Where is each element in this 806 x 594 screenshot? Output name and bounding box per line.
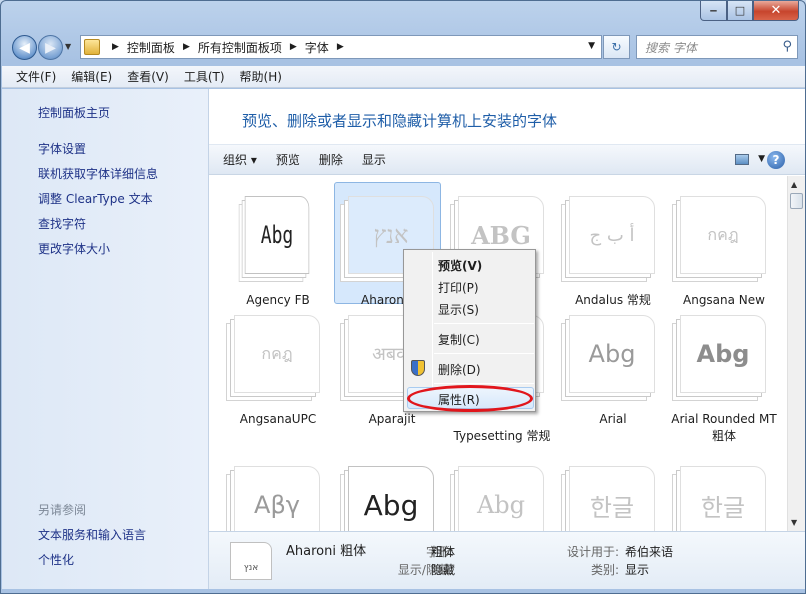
menu-separator xyxy=(434,353,534,354)
font-preview-icon: Abg xyxy=(680,315,766,393)
breadcrumb-separator-icon[interactable]: ▶ xyxy=(290,42,297,52)
font-preview-icon: 한글 xyxy=(680,466,766,531)
search-input[interactable]: 搜索 字体 ⚲ xyxy=(636,35,798,59)
font-thumbnail-icon: אנץ xyxy=(230,542,272,580)
menu-item-show[interactable]: 显示(S) xyxy=(438,301,479,318)
address-row: ◀ ▶ ▼ ▶ 控制面板 ▶ 所有控制面板项 ▶ 字体 ▶ ▼ ↻ 搜索 字体 … xyxy=(1,32,805,62)
menu-separator xyxy=(434,383,534,384)
font-tile[interactable]: Αβγ xyxy=(226,458,331,531)
page-title: 预览、删除或者显示和隐藏计算机上安装的字体 xyxy=(242,112,558,130)
details-pane: אנץ Aharoni 粗体 字形: 粗体 显示/隐藏: 隐藏 设计用于: 希伯… xyxy=(209,531,805,589)
font-preview-icon: 한글 xyxy=(569,466,655,531)
view-dropdown-icon[interactable]: ▼ xyxy=(758,154,765,164)
caption-buttons: ‒ □ ✕ xyxy=(700,1,799,21)
sidebar: 控制面板主页 字体设置 联机获取字体详细信息 调整 ClearType 文本 查… xyxy=(2,89,209,589)
menu-help[interactable]: 帮助(H) xyxy=(240,68,282,85)
see-also-heading: 另请参阅 xyxy=(38,503,87,517)
font-name: Aparajit xyxy=(368,412,416,426)
category-value: 显示 xyxy=(625,563,650,577)
breadcrumb-separator-icon[interactable]: ▶ xyxy=(183,42,190,52)
menu-gutter xyxy=(432,252,433,409)
menu-item-delete[interactable]: 删除(D) xyxy=(438,361,481,378)
font-tile[interactable]: Abg Arial xyxy=(561,307,666,427)
font-preview-icon: Abg xyxy=(348,466,434,531)
breadcrumb-separator-icon[interactable]: ▶ xyxy=(337,42,344,52)
change-view-icon[interactable] xyxy=(735,154,749,165)
font-tile[interactable]: 한글 xyxy=(672,458,777,531)
font-preview-icon: กคฎ xyxy=(680,196,766,274)
maximize-button[interactable]: □ xyxy=(727,1,753,21)
close-button[interactable]: ✕ xyxy=(753,1,799,21)
designed-for-value: 希伯来语 xyxy=(625,545,674,559)
font-tile[interactable]: Abg xyxy=(450,458,555,531)
menu-item-print[interactable]: 打印(P) xyxy=(438,279,479,296)
showhide-value: 隐藏 xyxy=(431,563,456,577)
style-value: 粗体 xyxy=(431,545,456,559)
preview-button[interactable]: 预览 xyxy=(276,151,300,168)
sidebar-link-text-services[interactable]: 文本服务和输入语言 xyxy=(38,526,146,543)
search-icon[interactable]: ⚲ xyxy=(782,39,792,54)
sidebar-link-find-character[interactable]: 查找字符 xyxy=(38,215,86,232)
designed-for-label: 设计用于: xyxy=(566,545,619,559)
font-tile[interactable]: กคฎ Angsana New xyxy=(672,188,777,308)
details-font-name: Aharoni 粗体 xyxy=(286,544,367,559)
menu-view[interactable]: 查看(V) xyxy=(127,68,169,85)
uac-shield-icon xyxy=(411,360,425,376)
sidebar-link-personalize[interactable]: 个性化 xyxy=(38,551,74,568)
explorer-window: ‒ □ ✕ ◀ ▶ ▼ ▶ 控制面板 ▶ 所有控制面板项 ▶ 字体 ▶ ▼ ↻ … xyxy=(0,0,806,594)
sidebar-link-get-font-info[interactable]: 联机获取字体详细信息 xyxy=(38,165,158,182)
font-name: Typesetting 常规 xyxy=(453,429,551,443)
font-name: Arial xyxy=(599,412,627,426)
menu-item-copy[interactable]: 复制(C) xyxy=(438,331,480,348)
scroll-thumb[interactable] xyxy=(790,193,803,209)
breadcrumb-all-items[interactable]: 所有控制面板项 xyxy=(198,39,282,56)
menu-edit[interactable]: 编辑(E) xyxy=(71,68,112,85)
show-button[interactable]: 显示 xyxy=(362,151,386,168)
font-tile[interactable]: Abg Agency FB xyxy=(226,188,331,308)
font-name: Arial Rounded MT 粗体 xyxy=(671,412,777,443)
menu-tools[interactable]: 工具(T) xyxy=(184,68,225,85)
font-preview-icon: Αβγ xyxy=(234,466,320,531)
font-preview-icon: กคฎ xyxy=(234,315,320,393)
breadcrumb-separator-icon[interactable]: ▶ xyxy=(112,42,119,52)
back-button[interactable]: ◀ xyxy=(12,35,37,60)
highlight-annotation-oval xyxy=(407,385,533,412)
category-label: 类别: xyxy=(590,563,619,577)
scroll-up-icon[interactable]: ▲ xyxy=(791,180,797,189)
font-preview-icon: Abg xyxy=(569,315,655,393)
menu-file[interactable]: 文件(F) xyxy=(16,68,56,85)
organize-button[interactable]: 组织 ▾ xyxy=(223,151,257,168)
address-dropdown-icon[interactable]: ▼ xyxy=(588,41,595,51)
command-bar: 组织 ▾ 预览 删除 显示 ▼ ? xyxy=(209,144,805,175)
font-tile[interactable]: กคฎ AngsanaUPC xyxy=(226,307,331,427)
delete-button[interactable]: 删除 xyxy=(319,151,343,168)
sidebar-link-font-settings[interactable]: 字体设置 xyxy=(38,140,86,157)
vertical-scrollbar[interactable]: ▲ ▼ xyxy=(787,176,805,531)
forward-button[interactable]: ▶ xyxy=(38,35,63,60)
breadcrumb-fonts[interactable]: 字体 xyxy=(305,39,329,56)
font-preview-icon: Abg xyxy=(458,466,544,531)
help-icon[interactable]: ? xyxy=(767,151,785,169)
font-preview-icon: Abg xyxy=(244,196,310,274)
font-tile[interactable]: 한글 xyxy=(561,458,666,531)
fonts-folder-icon xyxy=(84,39,100,55)
sidebar-link-cleartype[interactable]: 调整 ClearType 文本 xyxy=(38,190,153,207)
refresh-button[interactable]: ↻ xyxy=(603,35,630,59)
sidebar-link-font-size[interactable]: 更改字体大小 xyxy=(38,240,110,257)
font-tile[interactable]: Abg Arial Rounded MT 粗体 xyxy=(671,307,777,443)
font-name: AngsanaUPC xyxy=(239,412,317,426)
menu-separator xyxy=(434,323,534,324)
font-tile[interactable]: أ ب ج Andalus 常规 xyxy=(561,188,666,308)
address-bar[interactable]: ▶ 控制面板 ▶ 所有控制面板项 ▶ 字体 ▶ ▼ xyxy=(80,35,602,59)
recent-pages-dropdown-icon[interactable]: ▼ xyxy=(65,42,71,51)
minimize-button[interactable]: ‒ xyxy=(700,1,727,21)
font-preview-icon: أ ب ج xyxy=(569,196,655,274)
breadcrumb-control-panel[interactable]: 控制面板 xyxy=(127,39,175,56)
sidebar-link-control-panel-home[interactable]: 控制面板主页 xyxy=(38,104,110,121)
font-tile[interactable]: Abg xyxy=(340,458,445,531)
menu-item-preview[interactable]: 预览(V) xyxy=(438,257,482,274)
menu-bar: 文件(F) 编辑(E) 查看(V) 工具(T) 帮助(H) xyxy=(2,66,805,88)
search-placeholder: 搜索 字体 xyxy=(645,40,697,55)
scroll-down-icon[interactable]: ▼ xyxy=(791,518,797,527)
